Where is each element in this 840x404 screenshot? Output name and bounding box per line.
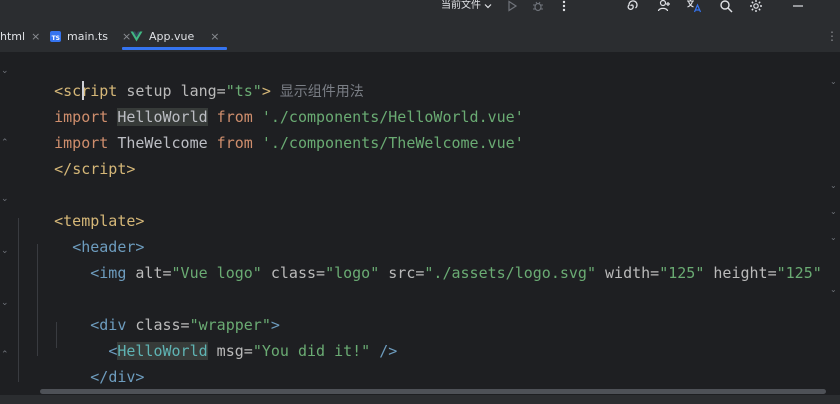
text-caret bbox=[82, 81, 84, 100]
top-toolbar: 当前文件 bbox=[0, 0, 840, 20]
close-icon[interactable]: × bbox=[31, 30, 40, 43]
code-token: from bbox=[207, 134, 262, 152]
bottom-panel-edge bbox=[0, 395, 840, 404]
code-token: "Vue logo" bbox=[171, 264, 262, 282]
more-vertical-icon[interactable] bbox=[556, 0, 572, 14]
code-line: import HelloWorld from './components/Hel… bbox=[18, 78, 524, 126]
code-line: </div> bbox=[18, 338, 144, 386]
code-line: </script> bbox=[18, 130, 135, 178]
code-token: "logo" bbox=[325, 264, 380, 282]
tab-label: html bbox=[0, 29, 26, 43]
code-line: <header> bbox=[18, 208, 144, 256]
tab-html[interactable]: html × bbox=[0, 20, 40, 52]
horizontal-scrollbar-thumb[interactable] bbox=[40, 389, 826, 394]
code-token: alt= bbox=[126, 264, 172, 282]
fold-marker-icon[interactable]: ⌄ bbox=[830, 286, 837, 294]
tab-app-vue[interactable]: App.vue × bbox=[122, 20, 228, 52]
run-icon[interactable] bbox=[504, 0, 520, 14]
code-line: <HelloWorld msg="You did it!" /> bbox=[18, 312, 397, 360]
fold-marker-icon[interactable]: ⌄ bbox=[1, 66, 9, 76]
code-editor[interactable]: ⌄ ⌃ ⌄ ⌄ ⌄ ⌃ <script setup lang="ts"> 显示组… bbox=[0, 52, 840, 392]
code-token: /> bbox=[370, 342, 398, 360]
fold-marker-icon[interactable]: ⌄ bbox=[1, 298, 9, 308]
typescript-file-icon: TS bbox=[50, 30, 61, 42]
code-token: </ bbox=[54, 160, 73, 178]
fold-marker-icon[interactable]: ⌄ bbox=[830, 208, 837, 216]
run-config-label: 当前文件 bbox=[441, 0, 481, 11]
code-token: src= bbox=[379, 264, 425, 282]
minimize-icon[interactable] bbox=[790, 0, 806, 14]
search-icon[interactable] bbox=[718, 0, 734, 14]
tab-label: App.vue bbox=[149, 29, 195, 43]
code-token: class= bbox=[261, 264, 326, 282]
code-token: < bbox=[90, 264, 100, 282]
add-user-icon[interactable] bbox=[656, 0, 672, 14]
code-token: width= bbox=[596, 264, 660, 282]
code-token: > bbox=[126, 160, 136, 178]
fold-marker-icon[interactable]: ⌄ bbox=[830, 234, 837, 242]
tab-label: main.ts bbox=[67, 29, 109, 43]
code-line: <img alt="Vue logo" class="logo" src="./… bbox=[18, 234, 840, 282]
gear-icon[interactable] bbox=[748, 0, 764, 14]
code-token: "./assets/logo.svg" bbox=[424, 264, 596, 282]
editor-right-gutter: ⌄ ⌄ ⌄ ⌄ ⌄ bbox=[826, 52, 840, 392]
fold-marker-icon[interactable]: ⌃ bbox=[1, 350, 9, 360]
translate-icon[interactable] bbox=[686, 0, 702, 14]
code-token: height= bbox=[704, 264, 777, 282]
code-token: script bbox=[72, 160, 127, 178]
code-line: <script setup lang="ts"> 显示组件用法 bbox=[18, 52, 364, 100]
fold-marker-icon[interactable]: ⌄ bbox=[830, 182, 837, 190]
code-token: "125" bbox=[659, 264, 705, 282]
fold-marker-icon[interactable]: ⌃ bbox=[1, 138, 9, 148]
code-line: <div class="wrapper"> bbox=[18, 286, 280, 334]
tab-overflow-menu[interactable]: ⋮ bbox=[824, 20, 840, 52]
debug-icon[interactable] bbox=[530, 0, 546, 14]
editor-tab-bar: html × TS main.ts × App.vue × ⋮ bbox=[0, 20, 840, 53]
code-token: "You did it!" bbox=[252, 342, 371, 360]
code-token: "125" bbox=[776, 264, 822, 282]
fold-marker-icon[interactable]: ⌄ bbox=[830, 78, 837, 86]
fold-marker-icon[interactable]: ⌄ bbox=[1, 246, 9, 256]
code-token: msg= bbox=[207, 342, 253, 360]
swirl-icon[interactable] bbox=[624, 0, 640, 14]
code-line: import TheWelcome from './components/The… bbox=[18, 104, 524, 152]
code-token: img bbox=[99, 264, 127, 282]
fold-marker-icon[interactable]: ⌄ bbox=[1, 194, 9, 204]
code-line: <template> bbox=[18, 182, 144, 230]
code-token: './components/TheWelcome.vue' bbox=[261, 134, 524, 152]
chevron-down-icon bbox=[484, 4, 492, 9]
tab-main-ts[interactable]: TS main.ts × bbox=[50, 20, 131, 52]
close-icon[interactable]: × bbox=[210, 30, 219, 43]
run-config-selector[interactable]: 当前文件 bbox=[441, 0, 492, 12]
vue-file-icon bbox=[130, 31, 143, 41]
